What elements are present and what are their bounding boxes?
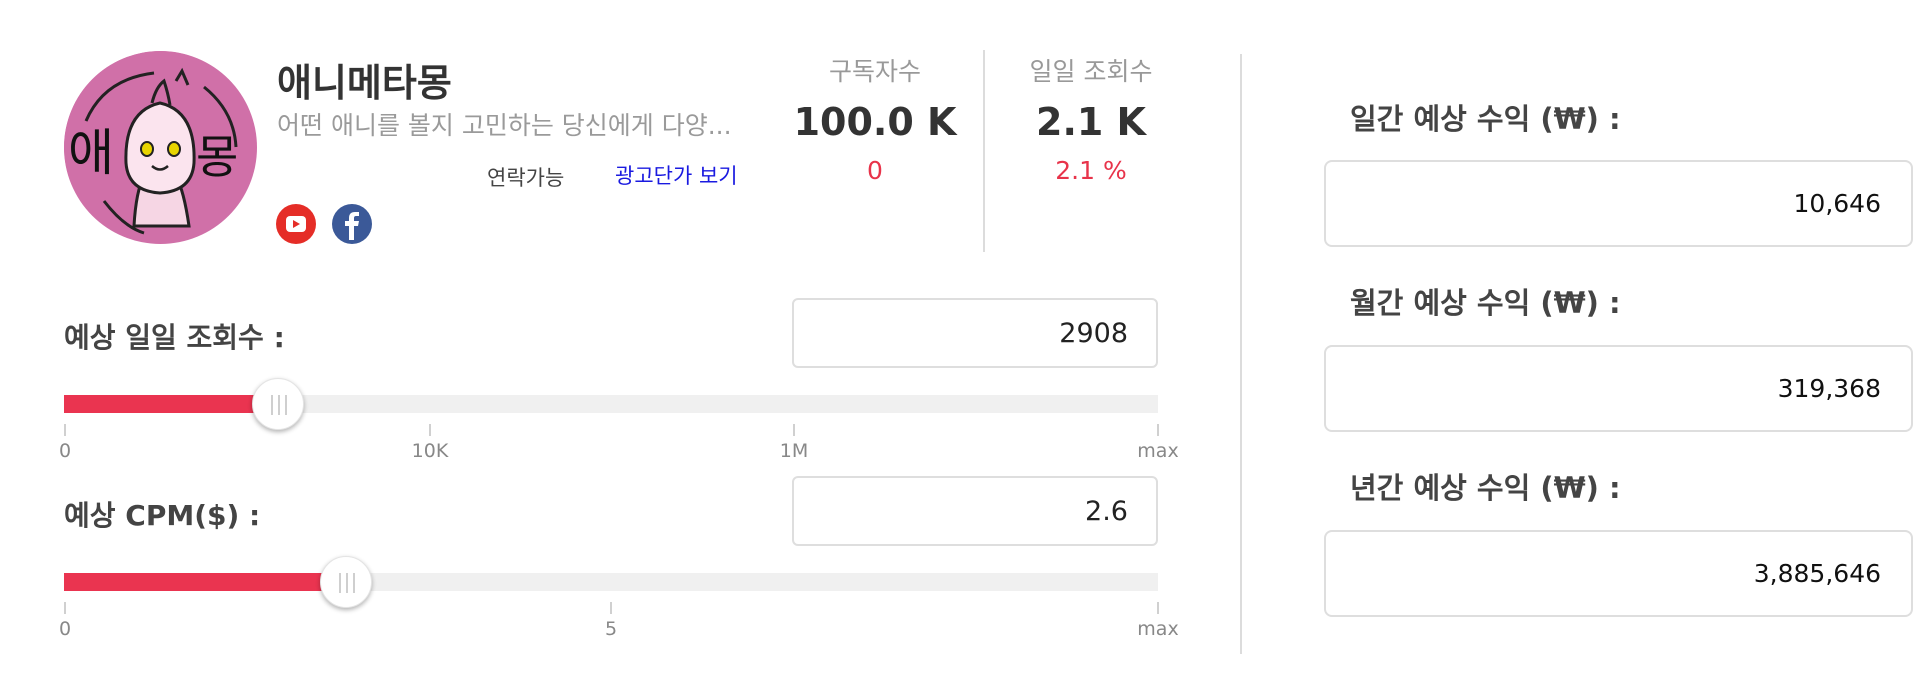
estimated-daily-views-label: 예상 일일 조회수 : [64, 321, 285, 354]
slider-tick [1157, 424, 1159, 436]
daily-revenue-label: 일간 예상 수익 (₩) : [1350, 102, 1621, 136]
monthly-revenue-label: 월간 예상 수익 (₩) : [1350, 286, 1621, 320]
avatar-text-left: 애 [68, 124, 114, 182]
daily-views-change: 2.1 % [1055, 156, 1127, 185]
daily-views-value: 2.1 K [1036, 100, 1146, 144]
cpm-slider-thumb[interactable] [320, 556, 372, 608]
contact-available-label: 연락가능 [487, 166, 565, 190]
channel-description: 어떤 애니를 볼지 고민하는 당신에게 다양... [277, 111, 732, 140]
daily-views-label: 일일 조회수 [1029, 57, 1153, 86]
yearly-revenue-label: 년간 예상 수익 (₩) : [1350, 471, 1621, 505]
estimated-cpm-input[interactable] [792, 476, 1158, 546]
slider-tick-label: 5 [604, 618, 618, 640]
slider-tick [610, 602, 612, 614]
slider-tick [64, 424, 66, 436]
slider-tick-label: max [1137, 440, 1179, 462]
slider-tick [429, 424, 431, 436]
daily-views-slider-thumb[interactable] [252, 378, 304, 430]
slider-tick [793, 424, 795, 436]
slider-tick-label: 10K [411, 440, 449, 462]
slider-tick-label: 0 [58, 440, 72, 462]
monthly-revenue-value: 319,368 [1324, 345, 1913, 432]
stats-divider [983, 50, 985, 252]
channel-name: 애니메타몽 [277, 61, 452, 105]
slider-tick-label: 1M [779, 440, 809, 462]
avatar-text-right: 몽 [196, 130, 239, 184]
channel-avatar: 애 몽 [64, 51, 257, 244]
slider-tick [64, 602, 66, 614]
ad-price-link[interactable]: 광고단가 보기 [615, 160, 738, 190]
slider-tick-label: 0 [58, 618, 72, 640]
youtube-icon[interactable] [276, 204, 316, 244]
estimated-cpm-label: 예상 CPM($) : [64, 499, 261, 532]
yearly-revenue-value: 3,885,646 [1324, 530, 1913, 617]
daily-views-stat: 일일 조회수 2.1 K 2.1 % [1006, 52, 1176, 185]
subscribers-stat: 구독자수 100.0 K 0 [790, 52, 960, 185]
daily-views-slider-fill [64, 395, 278, 413]
subscribers-label: 구독자수 [828, 57, 921, 86]
estimated-daily-views-input[interactable] [792, 298, 1158, 368]
slider-tick-label: max [1137, 618, 1179, 640]
subscribers-change: 0 [867, 156, 883, 185]
section-divider [1240, 54, 1242, 654]
slider-tick [1157, 602, 1159, 614]
cpm-slider-fill [64, 573, 346, 591]
facebook-icon[interactable] [332, 204, 372, 244]
daily-revenue-value: 10,646 [1324, 160, 1913, 247]
subscribers-value: 100.0 K [793, 100, 957, 144]
